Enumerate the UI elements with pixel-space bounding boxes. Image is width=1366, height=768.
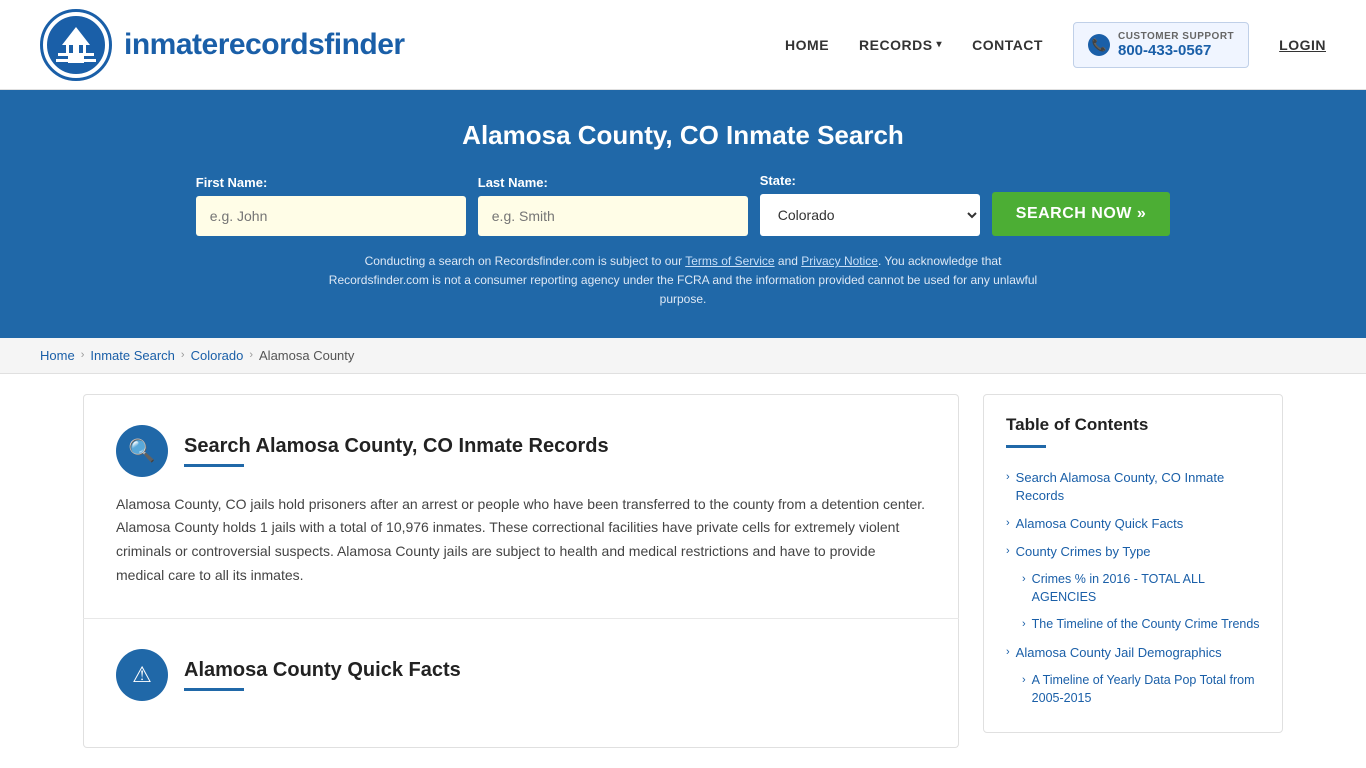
toc-title: Table of Contents — [1006, 415, 1260, 435]
breadcrumb-current: Alamosa County — [259, 348, 354, 363]
last-name-label: Last Name: — [478, 175, 748, 190]
content-left: 🔍 Search Alamosa County, CO Inmate Recor… — [83, 394, 959, 748]
section-1-header: 🔍 Search Alamosa County, CO Inmate Recor… — [116, 425, 926, 477]
toc-item-5: › The Timeline of the County Crime Trend… — [1022, 611, 1260, 639]
nav-login[interactable]: LOGIN — [1279, 37, 1326, 53]
section-2-card: ⚠ Alamosa County Quick Facts — [83, 619, 959, 748]
support-text: CUSTOMER SUPPORT 800-433-0567 — [1118, 31, 1234, 59]
customer-support: 📞 CUSTOMER SUPPORT 800-433-0567 — [1073, 22, 1249, 68]
section-1-title: Search Alamosa County, CO Inmate Records — [184, 435, 609, 458]
chevron-right-icon-7: › — [1022, 674, 1026, 686]
privacy-link[interactable]: Privacy Notice — [801, 254, 878, 268]
toc-item-7: › A Timeline of Yearly Data Pop Total fr… — [1022, 667, 1260, 712]
sidebar: Table of Contents › Search Alamosa Count… — [983, 394, 1283, 748]
last-name-input[interactable] — [478, 196, 748, 236]
main-nav: HOME RECORDS ▾ CONTACT 📞 CUSTOMER SUPPOR… — [785, 22, 1326, 68]
chevron-right-icon-3: › — [1006, 545, 1010, 557]
nav-contact[interactable]: CONTACT — [972, 37, 1043, 53]
last-name-group: Last Name: — [478, 175, 748, 236]
section-1-card: 🔍 Search Alamosa County, CO Inmate Recor… — [83, 394, 959, 618]
breadcrumb-sep-2: › — [181, 349, 185, 361]
header: inmaterecordsfinder HOME RECORDS ▾ CONTA… — [0, 0, 1366, 90]
toc-item-6: › Alamosa County Jail Demographics — [1006, 639, 1260, 667]
phone-icon: 📞 — [1088, 34, 1110, 56]
toc-sublist-2: › A Timeline of Yearly Data Pop Total fr… — [1006, 667, 1260, 712]
toc-sublist-1: › Crimes % in 2016 - TOTAL ALL AGENCIES … — [1006, 566, 1260, 639]
section-1-title-group: Search Alamosa County, CO Inmate Records — [184, 435, 609, 467]
state-label: State: — [760, 173, 980, 188]
terms-link[interactable]: Terms of Service — [685, 254, 774, 268]
first-name-group: First Name: — [196, 175, 466, 236]
logo-area: inmaterecordsfinder — [40, 9, 405, 81]
chevron-right-icon-6: › — [1006, 646, 1010, 658]
search-icon: 🔍 — [116, 425, 168, 477]
breadcrumb: Home › Inmate Search › Colorado › Alamos… — [0, 338, 1366, 374]
toc-link-6[interactable]: Alamosa County Jail Demographics — [1016, 644, 1222, 662]
toc-item-4: › Crimes % in 2016 - TOTAL ALL AGENCIES — [1022, 566, 1260, 611]
chevron-down-icon: ▾ — [937, 39, 943, 50]
hero-section: Alamosa County, CO Inmate Search First N… — [0, 90, 1366, 338]
chevron-right-icon-5: › — [1022, 618, 1026, 630]
toc-link-7[interactable]: A Timeline of Yearly Data Pop Total from… — [1032, 672, 1260, 707]
section-1-body: Alamosa County, CO jails hold prisoners … — [116, 493, 926, 588]
hero-title: Alamosa County, CO Inmate Search — [40, 120, 1326, 151]
section-2-divider — [184, 688, 244, 691]
first-name-label: First Name: — [196, 175, 466, 190]
section-2-title: Alamosa County Quick Facts — [184, 659, 461, 682]
logo-text: inmaterecordsfinder — [124, 28, 405, 62]
chevron-right-icon-4: › — [1022, 573, 1026, 585]
state-select[interactable]: Colorado — [760, 194, 980, 236]
support-label: CUSTOMER SUPPORT — [1118, 31, 1234, 42]
state-group: State: Colorado — [760, 173, 980, 236]
chevron-right-icon-2: › — [1006, 517, 1010, 529]
toc-link-2[interactable]: Alamosa County Quick Facts — [1016, 515, 1184, 533]
nav-home[interactable]: HOME — [785, 37, 829, 53]
warning-icon: ⚠ — [116, 649, 168, 701]
search-form: First Name: Last Name: State: Colorado S… — [40, 173, 1326, 236]
toc-link-4[interactable]: Crimes % in 2016 - TOTAL ALL AGENCIES — [1032, 571, 1260, 606]
section-1-divider — [184, 464, 244, 467]
toc-divider — [1006, 445, 1046, 448]
breadcrumb-sep-3: › — [249, 349, 253, 361]
toc-list: › Search Alamosa County, CO Inmate Recor… — [1006, 464, 1260, 712]
toc-card: Table of Contents › Search Alamosa Count… — [983, 394, 1283, 733]
toc-item-1: › Search Alamosa County, CO Inmate Recor… — [1006, 464, 1260, 510]
chevron-right-icon-1: › — [1006, 471, 1010, 483]
toc-link-3[interactable]: County Crimes by Type — [1016, 543, 1151, 561]
toc-item-2: › Alamosa County Quick Facts — [1006, 510, 1260, 538]
breadcrumb-sep-1: › — [81, 349, 85, 361]
first-name-input[interactable] — [196, 196, 466, 236]
section-2-header: ⚠ Alamosa County Quick Facts — [116, 649, 926, 701]
section-2-title-group: Alamosa County Quick Facts — [184, 659, 461, 691]
main-content: 🔍 Search Alamosa County, CO Inmate Recor… — [43, 394, 1323, 748]
nav-records[interactable]: RECORDS ▾ — [859, 37, 942, 53]
toc-item-3: › County Crimes by Type — [1006, 538, 1260, 566]
logo-icon — [40, 9, 112, 81]
toc-link-5[interactable]: The Timeline of the County Crime Trends — [1032, 616, 1260, 634]
breadcrumb-inmate-search[interactable]: Inmate Search — [90, 348, 175, 363]
toc-link-1[interactable]: Search Alamosa County, CO Inmate Records — [1016, 469, 1260, 505]
hero-disclaimer: Conducting a search on Recordsfinder.com… — [313, 252, 1053, 310]
breadcrumb-colorado[interactable]: Colorado — [191, 348, 244, 363]
search-button[interactable]: SEARCH NOW » — [992, 192, 1170, 236]
support-number: 800-433-0567 — [1118, 42, 1234, 59]
breadcrumb-home[interactable]: Home — [40, 348, 75, 363]
